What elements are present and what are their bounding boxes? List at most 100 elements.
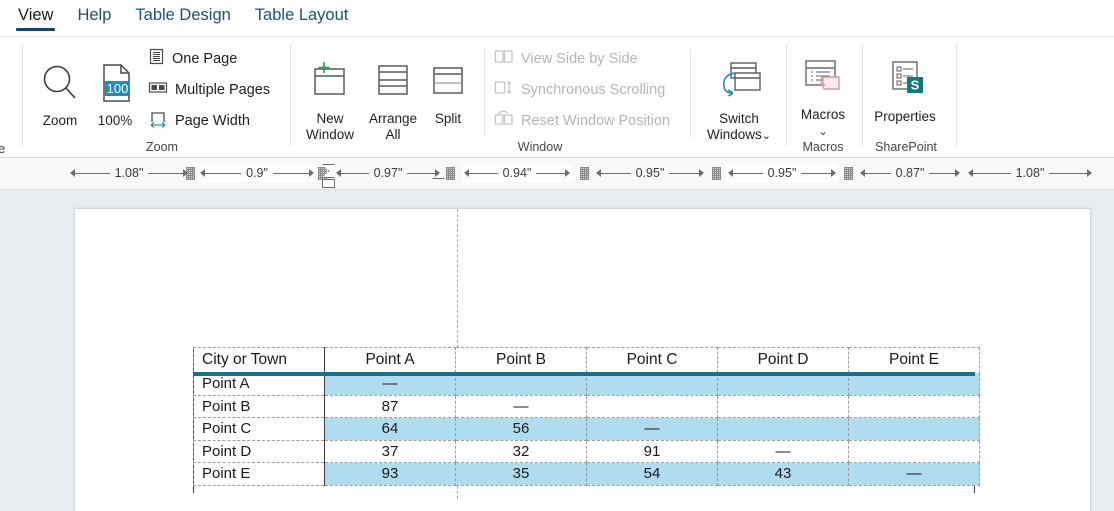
ruler-measure-7-label: 0.87" xyxy=(890,166,930,180)
document-page[interactable]: City or Town Point A Point B Point C Poi… xyxy=(74,208,1091,511)
chevron-down-icon[interactable]: ⌄ xyxy=(818,126,827,138)
table-body: Point A — Point B 87 — Point C 64 56 — P… xyxy=(193,372,980,486)
properties-icon: S xyxy=(868,59,942,105)
group-divider xyxy=(786,43,787,146)
ruler-measure-5: 0.95" xyxy=(594,164,706,182)
ruler-arrow-right-icon xyxy=(699,169,704,177)
table-header-row: City or Town Point A Point B Point C Poi… xyxy=(193,347,980,373)
new-window-line1: New xyxy=(316,111,344,126)
ruler-arrow-left-icon xyxy=(336,169,341,177)
view-side-by-side-button[interactable]: View Side by Side xyxy=(494,48,638,69)
ruler-track: 1.08" 0.9" 0.97" 0.94" 0.95" 0.95" 0.87"… xyxy=(0,164,1114,188)
tab-stop-marker[interactable] xyxy=(712,167,721,180)
ruler-measure-1-label: 1.08" xyxy=(109,166,149,180)
properties-button[interactable]: S Properties xyxy=(868,59,942,125)
table-cell: 54 xyxy=(586,462,718,486)
table-cell xyxy=(848,417,980,441)
group-divider xyxy=(484,49,485,137)
table-cell: — xyxy=(717,439,849,463)
properties-label: Properties xyxy=(874,109,936,124)
zoom-100-label: 100% xyxy=(97,113,133,128)
horizontal-ruler[interactable]: 1.08" 0.9" 0.97" 0.94" 0.95" 0.95" 0.87"… xyxy=(0,158,1114,190)
table-row-label: Point C xyxy=(193,417,325,441)
switch-windows-line2: Windows xyxy=(707,127,762,142)
table-row[interactable]: Point E 93 35 54 43 — xyxy=(193,462,980,486)
document-canvas[interactable]: City or Town Point A Point B Point C Poi… xyxy=(0,190,1114,511)
ribbon: e Zoom 100 100% One Page Multiple Pages … xyxy=(0,37,1114,158)
table-row-label: Point E xyxy=(193,462,325,486)
ruler-measure-5-label: 0.95" xyxy=(630,166,670,180)
table-cell: 64 xyxy=(324,417,456,441)
table-row[interactable]: Point B 87 — xyxy=(193,394,980,418)
multiple-pages-label: Multiple Pages xyxy=(175,81,271,98)
table-cell: 37 xyxy=(324,439,456,463)
ruler-arrow-right-icon xyxy=(955,169,960,177)
table-cell xyxy=(848,439,980,463)
ruler-arrow-right-icon xyxy=(565,169,570,177)
table-header-cell-d: Point D xyxy=(717,347,849,373)
switch-windows-button[interactable]: Switch Windows⌄ xyxy=(700,59,778,143)
page-width-button[interactable]: Page Width xyxy=(148,110,250,132)
group-label-zoom: Zoom xyxy=(146,140,178,154)
ruler-measure-6: 0.95" xyxy=(726,164,838,182)
arrange-all-icon xyxy=(364,59,422,107)
table-cell: 35 xyxy=(455,462,587,486)
tab-stop-marker[interactable] xyxy=(580,167,589,180)
zoom-button[interactable]: Zoom xyxy=(32,61,88,129)
switch-windows-icon xyxy=(700,59,778,107)
ruler-arrow-left-icon xyxy=(200,169,205,177)
zoom-100-button[interactable]: 100 100% xyxy=(90,61,140,129)
one-page-button[interactable]: One Page xyxy=(148,48,237,69)
table-header-cell-b: Point B xyxy=(455,347,587,373)
multiple-pages-icon xyxy=(148,79,168,100)
new-window-button[interactable]: New Window xyxy=(298,59,362,143)
tab-table-layout[interactable]: Table Layout xyxy=(243,4,361,33)
macros-button[interactable]: Macros ⌄ xyxy=(792,57,854,139)
tab-table-layout-label: Table Layout xyxy=(254,5,349,24)
group-label-sharepoint: SharePoint xyxy=(875,140,937,154)
ruler-measure-8-label: 1.08" xyxy=(1010,166,1050,180)
ribbon-tab-bar: View Help Table Design Table Layout xyxy=(0,0,1114,37)
page-width-label: Page Width xyxy=(175,113,250,129)
tab-table-design[interactable]: Table Design xyxy=(123,4,242,33)
reset-window-position-icon xyxy=(494,110,514,131)
group-label-macros: Macros xyxy=(802,140,844,154)
table-header-cell-c: Point C xyxy=(586,347,718,373)
ruler-arrow-right-icon xyxy=(1087,169,1092,177)
split-button[interactable]: Split xyxy=(424,59,472,127)
table-row[interactable]: Point D 37 32 91 — xyxy=(193,439,980,463)
table-cell: — xyxy=(455,394,587,418)
tab-stop-marker[interactable] xyxy=(844,167,853,180)
ruler-arrow-right-icon xyxy=(183,169,188,177)
synchronous-scrolling-button[interactable]: Synchronous Scrolling xyxy=(494,79,665,100)
tab-view[interactable]: View xyxy=(6,4,65,33)
comparison-table[interactable]: City or Town Point A Point B Point C Poi… xyxy=(193,347,980,486)
ruler-arrow-left-icon xyxy=(464,169,469,177)
ruler-measure-3: 0.97" xyxy=(334,164,442,182)
ruler-measure-1: 1.08" xyxy=(68,164,190,182)
table-cell: 91 xyxy=(586,439,718,463)
ruler-arrow-right-icon xyxy=(309,169,314,177)
macros-label: Macros xyxy=(800,107,846,122)
one-page-icon xyxy=(148,48,165,69)
one-page-label: One Page xyxy=(172,50,238,67)
tab-stop-marker[interactable] xyxy=(446,167,455,180)
table-header-cell-city: City or Town xyxy=(193,347,325,373)
new-window-line2: Window xyxy=(305,127,354,142)
arrange-all-button[interactable]: Arrange All xyxy=(364,59,422,143)
table-cell: — xyxy=(586,417,718,441)
page-100-icon: 100 xyxy=(90,61,140,109)
ruler-measure-6-label: 0.95" xyxy=(762,166,802,180)
ruler-arrow-left-icon xyxy=(968,169,973,177)
group-divider xyxy=(956,43,957,146)
multiple-pages-button[interactable]: Multiple Pages xyxy=(148,79,270,100)
ruler-measure-2-label: 0.9" xyxy=(241,166,273,180)
ruler-measure-3-label: 0.97" xyxy=(368,166,408,180)
table-row[interactable]: Point C 64 56 — xyxy=(193,417,980,441)
new-window-icon xyxy=(298,59,362,107)
tab-help[interactable]: Help xyxy=(65,4,123,33)
reset-window-position-button[interactable]: Reset Window Position xyxy=(494,110,670,131)
chevron-down-icon[interactable]: ⌄ xyxy=(762,130,771,142)
switch-windows-line1: Switch xyxy=(719,111,759,126)
group-divider xyxy=(862,43,863,146)
